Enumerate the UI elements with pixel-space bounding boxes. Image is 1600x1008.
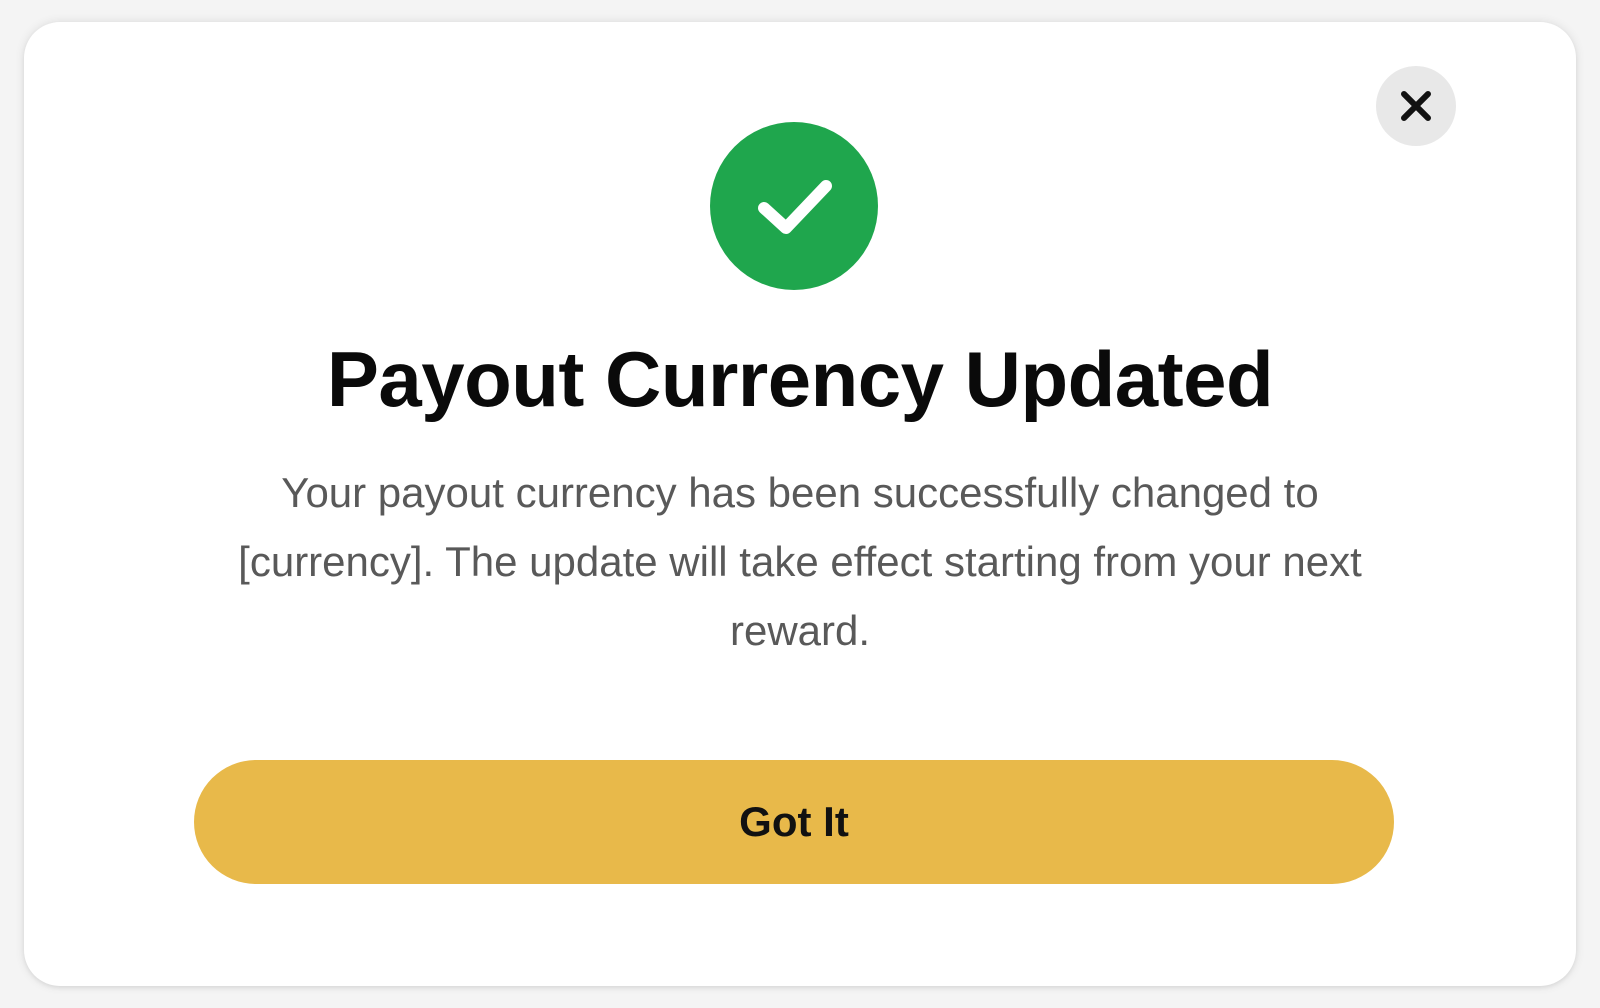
dialog-message: Your payout currency has been successful… xyxy=(238,469,1362,654)
check-circle-icon xyxy=(710,122,878,290)
close-icon xyxy=(1401,91,1431,121)
checkmark-icon xyxy=(758,180,832,234)
got-it-button[interactable]: Got It xyxy=(194,760,1394,884)
payout-currency-updated-dialog: Payout Currency Updated Your payout curr… xyxy=(24,22,1576,986)
dialog-title: Payout Currency Updated xyxy=(326,335,1274,423)
close-button[interactable] xyxy=(1376,66,1456,146)
